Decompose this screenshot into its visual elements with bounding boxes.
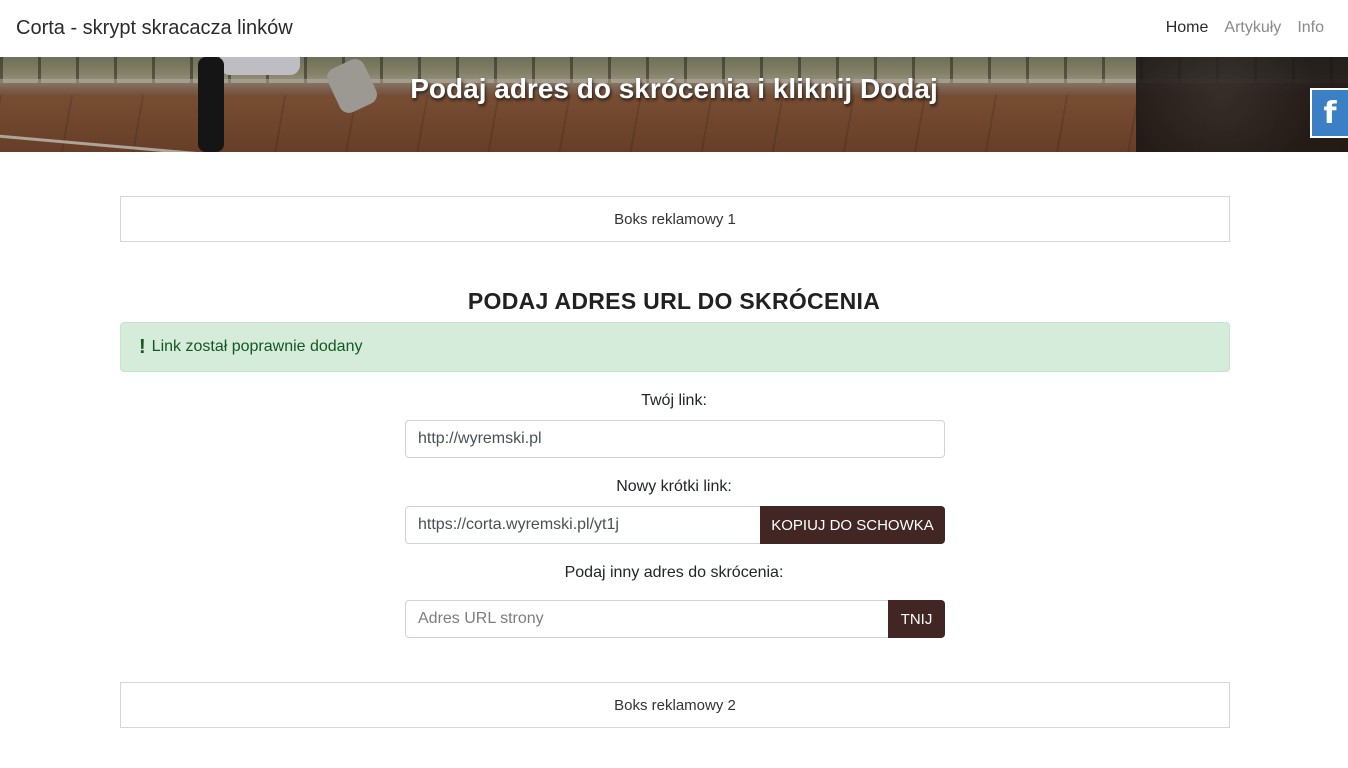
brand-logo[interactable]: Corta - skrypt skracacza linków: [16, 17, 293, 40]
nav-info[interactable]: Info: [1297, 19, 1324, 37]
facebook-icon[interactable]: f: [1310, 88, 1348, 138]
short-link-field[interactable]: https://corta.wyremski.pl/yt1j: [405, 506, 761, 544]
ad-box-2[interactable]: Boks reklamowy 2: [120, 682, 1230, 728]
hero-banner: Podaj adres do skrócenia i kliknij Dodaj: [0, 57, 1348, 152]
your-link-label: Twój link:: [641, 392, 707, 409]
ad-box-1[interactable]: Boks reklamowy 1: [120, 196, 1230, 242]
nav-artykuly[interactable]: Artykuły: [1224, 19, 1281, 37]
shorten-button[interactable]: TNIJ: [888, 600, 945, 638]
another-url-label: Podaj inny adres do skrócenia:: [564, 564, 784, 581]
your-link-field[interactable]: http://wyremski.pl: [405, 420, 945, 458]
alert-text: Link został poprawnie dodany: [151, 338, 363, 355]
copy-to-clipboard-button[interactable]: KOPIUJ DO SCHOWKA: [760, 506, 945, 544]
main-nav: Home Artykuły Info: [1166, 19, 1324, 37]
nav-home[interactable]: Home: [1166, 19, 1209, 37]
page-title: PODAJ ADRES URL DO SKRÓCENIA: [467, 288, 881, 314]
short-link-label: Nowy krótki link:: [616, 478, 732, 495]
exclamation-icon: !: [139, 335, 146, 358]
navbar: Corta - skrypt skracacza linków Home Art…: [0, 0, 1348, 57]
hero-title: Podaj adres do skrócenia i kliknij Dodaj: [410, 73, 938, 104]
success-alert: ! Link został poprawnie dodany: [120, 322, 1230, 372]
url-input[interactable]: [405, 600, 889, 638]
